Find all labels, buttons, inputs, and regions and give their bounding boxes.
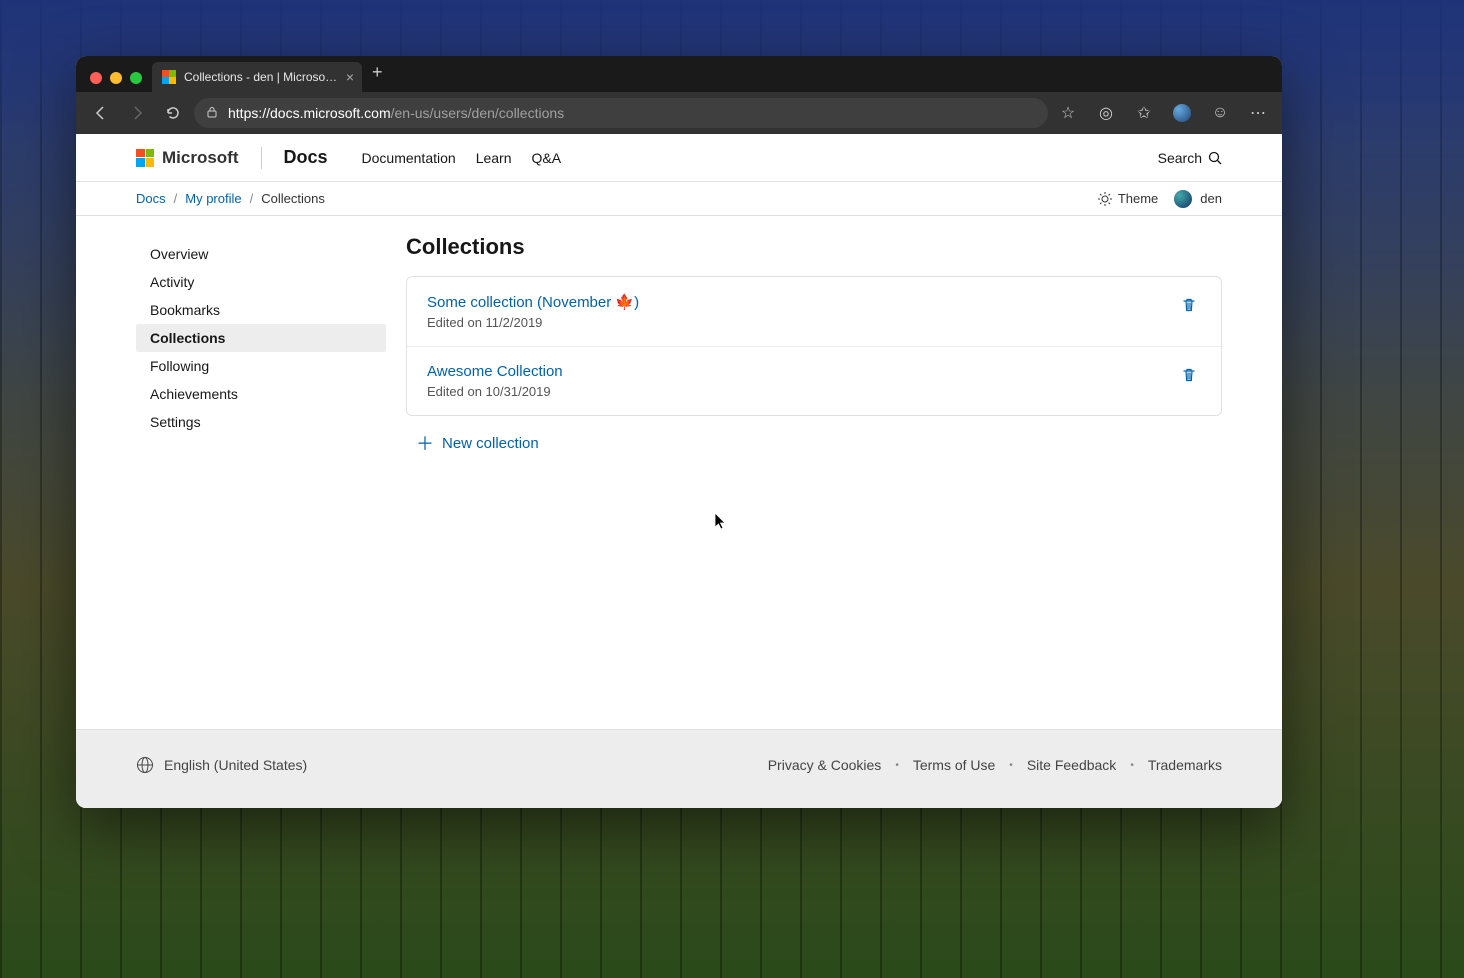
sidebar-item-overview[interactable]: Overview: [136, 240, 386, 268]
breadcrumb: Docs / My profile / Collections Theme de…: [76, 182, 1282, 216]
nav-learn[interactable]: Learn: [476, 150, 512, 166]
footer-links: Privacy & Cookies • Terms of Use • Site …: [768, 757, 1222, 773]
window-controls: [84, 72, 152, 92]
footer-separator: •: [1009, 760, 1013, 771]
trash-icon: [1181, 367, 1197, 383]
browser-tab-active[interactable]: Collections - den | Microsoft Do ×: [152, 62, 362, 92]
window-minimize-button[interactable]: [110, 72, 122, 84]
new-collection-label: New collection: [442, 435, 539, 452]
breadcrumb-separator: /: [250, 191, 254, 206]
breadcrumb-current: Collections: [261, 191, 325, 206]
user-name: den: [1200, 191, 1222, 206]
page-title: Collections: [406, 234, 1222, 260]
delete-collection-button[interactable]: [1177, 363, 1201, 392]
back-button[interactable]: [86, 98, 116, 128]
collection-edited-text: Edited on 10/31/2019: [427, 384, 1165, 399]
sidebar-item-collections[interactable]: Collections: [136, 324, 386, 352]
lock-icon: [206, 106, 218, 121]
tab-title: Collections - den | Microsoft Do: [184, 70, 338, 84]
favorites-list-icon[interactable]: ✩: [1130, 99, 1158, 127]
docs-brand[interactable]: Docs: [284, 147, 328, 168]
footer-link-trademarks[interactable]: Trademarks: [1148, 757, 1222, 773]
breadcrumb-separator: /: [174, 191, 178, 206]
browser-profile-icon[interactable]: [1168, 99, 1196, 127]
new-tab-button[interactable]: +: [362, 62, 393, 87]
new-collection-button[interactable]: ＋ New collection: [406, 430, 1222, 456]
toolbar-right-icons: ☆ ◎ ✩ ☺ ⋯: [1054, 99, 1272, 127]
forward-button[interactable]: [122, 98, 152, 128]
theme-label: Theme: [1118, 191, 1158, 206]
collections-list: Some collection (November 🍁) Edited on 1…: [406, 276, 1222, 416]
theme-toggle[interactable]: Theme: [1098, 191, 1158, 206]
page-content: Microsoft Docs Documentation Learn Q&A S…: [76, 134, 1282, 808]
tracking-prevention-icon[interactable]: ◎: [1092, 99, 1120, 127]
refresh-button[interactable]: [158, 98, 188, 128]
breadcrumb-docs[interactable]: Docs: [136, 191, 166, 206]
browser-toolbar: https://docs.microsoft.com/en-us/users/d…: [76, 92, 1282, 134]
microsoft-logo[interactable]: Microsoft: [136, 148, 239, 168]
delete-collection-button[interactable]: [1177, 293, 1201, 322]
address-bar[interactable]: https://docs.microsoft.com/en-us/users/d…: [194, 98, 1048, 128]
content-area: Overview Activity Bookmarks Collections …: [76, 216, 1282, 729]
profile-sidebar: Overview Activity Bookmarks Collections …: [136, 234, 386, 729]
user-menu[interactable]: den: [1174, 190, 1222, 208]
collection-row: Awesome Collection Edited on 10/31/2019: [407, 346, 1221, 415]
sidebar-item-settings[interactable]: Settings: [136, 408, 386, 436]
url-text: https://docs.microsoft.com/en-us/users/d…: [228, 105, 564, 121]
browser-window: Collections - den | Microsoft Do × + htt…: [76, 56, 1282, 808]
footer-separator: •: [895, 760, 899, 771]
collection-link[interactable]: Awesome Collection: [427, 363, 1165, 380]
site-footer: English (United States) Privacy & Cookie…: [76, 729, 1282, 808]
avatar: [1174, 190, 1192, 208]
sun-icon: [1098, 192, 1112, 206]
search-label: Search: [1158, 150, 1202, 166]
arrow-left-icon: [93, 105, 109, 121]
footer-link-privacy[interactable]: Privacy & Cookies: [768, 757, 882, 773]
favorite-star-icon[interactable]: ☆: [1054, 99, 1082, 127]
microsoft-logo-icon: [136, 149, 154, 167]
search-icon: [1208, 151, 1222, 165]
window-close-button[interactable]: [90, 72, 102, 84]
footer-separator: •: [1130, 760, 1134, 771]
main-column: Collections Some collection (November 🍁)…: [406, 234, 1222, 729]
collection-row: Some collection (November 🍁) Edited on 1…: [407, 277, 1221, 346]
window-maximize-button[interactable]: [130, 72, 142, 84]
footer-link-feedback[interactable]: Site Feedback: [1027, 757, 1117, 773]
header-divider: [261, 147, 262, 169]
feedback-smiley-icon[interactable]: ☺: [1206, 99, 1234, 127]
language-selector[interactable]: English (United States): [136, 756, 307, 774]
refresh-icon: [165, 105, 181, 121]
footer-link-terms[interactable]: Terms of Use: [913, 757, 995, 773]
sidebar-item-bookmarks[interactable]: Bookmarks: [136, 296, 386, 324]
plus-icon: ＋: [416, 430, 434, 456]
search-button[interactable]: Search: [1158, 150, 1222, 166]
more-menu-icon[interactable]: ⋯: [1244, 99, 1272, 127]
microsoft-logo-text: Microsoft: [162, 148, 239, 168]
tab-favicon: [162, 70, 176, 84]
arrow-right-icon: [129, 105, 145, 121]
breadcrumb-my-profile[interactable]: My profile: [185, 191, 241, 206]
collection-edited-text: Edited on 11/2/2019: [427, 315, 1165, 330]
globe-icon: [136, 756, 154, 774]
tab-close-icon[interactable]: ×: [346, 70, 354, 84]
header-nav: Documentation Learn Q&A: [362, 150, 562, 166]
nav-qa[interactable]: Q&A: [532, 150, 562, 166]
sidebar-item-achievements[interactable]: Achievements: [136, 380, 386, 408]
trash-icon: [1181, 297, 1197, 313]
sidebar-item-activity[interactable]: Activity: [136, 268, 386, 296]
sidebar-item-following[interactable]: Following: [136, 352, 386, 380]
language-label: English (United States): [164, 757, 307, 773]
nav-documentation[interactable]: Documentation: [362, 150, 456, 166]
tab-strip: Collections - den | Microsoft Do × +: [76, 56, 1282, 92]
site-header: Microsoft Docs Documentation Learn Q&A S…: [76, 134, 1282, 182]
collection-link[interactable]: Some collection (November 🍁): [427, 293, 1165, 311]
